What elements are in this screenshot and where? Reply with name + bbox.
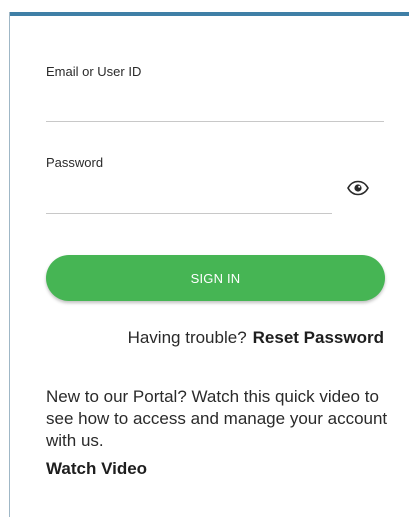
password-underline — [46, 213, 332, 214]
password-label: Password — [46, 155, 104, 170]
reset-password-link[interactable]: Reset Password — [253, 328, 384, 347]
portal-intro-text: New to our Portal? Watch this quick vide… — [46, 387, 388, 450]
trouble-row: Having trouble? Reset Password — [128, 328, 384, 348]
password-field[interactable] — [46, 184, 332, 210]
eye-icon[interactable] — [347, 180, 369, 196]
trouble-text: Having trouble? — [127, 328, 247, 347]
left-border — [9, 12, 10, 517]
email-underline — [46, 121, 384, 122]
login-panel: Email or User ID Password SIGN IN Having… — [0, 0, 409, 517]
email-label: Email or User ID — [46, 64, 142, 79]
watch-video-link[interactable]: Watch Video — [46, 459, 147, 479]
email-field[interactable] — [46, 92, 384, 118]
top-accent-border — [9, 12, 409, 16]
sign-in-button[interactable]: SIGN IN — [46, 255, 385, 301]
